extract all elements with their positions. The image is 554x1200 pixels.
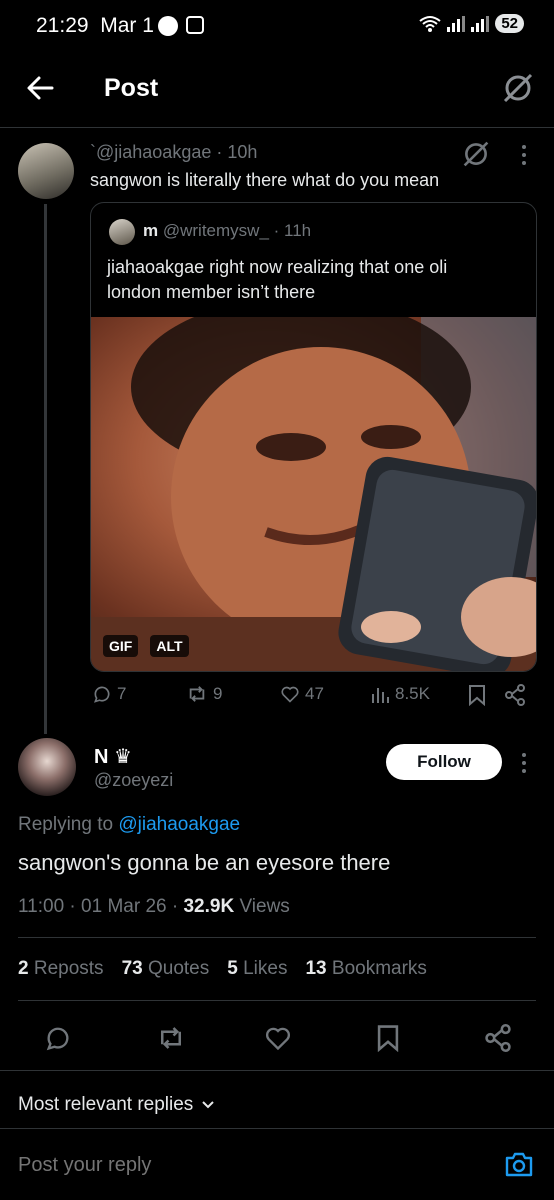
more-vertical-icon	[522, 145, 526, 165]
replying-handle-link[interactable]: @jiahaoakgae	[118, 814, 240, 835]
parent-time: · 10h	[216, 142, 258, 162]
camera-button[interactable]	[504, 1150, 534, 1178]
repost-count: 9	[213, 684, 223, 703]
stat-reposts[interactable]: 2 Reposts	[18, 958, 104, 980]
quote-gif-image[interactable]: GIF ALT	[91, 317, 536, 671]
header-divider	[0, 127, 554, 128]
main-bookmark-button[interactable]	[376, 1024, 400, 1052]
signal-icon	[447, 15, 466, 32]
grok-button[interactable]	[502, 72, 534, 104]
parent-more-button[interactable]	[520, 144, 528, 166]
gif-illustration	[91, 317, 536, 671]
like-action[interactable]: 47	[280, 684, 324, 704]
alt-badge[interactable]: ALT	[150, 635, 189, 657]
camera-icon	[505, 1152, 533, 1177]
divider	[0, 1070, 554, 1071]
post-stats: 2 Reposts 73 Quotes 5 Likes 13 Bookmarks	[18, 958, 427, 980]
analytics-icon	[372, 688, 389, 703]
quoted-post[interactable]: m @writemysw_ · 11h jiahaoakgae right no…	[90, 202, 537, 672]
quote-author-line: m @writemysw_ · 11h	[143, 221, 311, 241]
system-status-icons: 52	[419, 14, 524, 33]
heart-icon	[281, 686, 299, 703]
quote-text-line: jiahaoakgae right now realizing that one…	[107, 257, 448, 277]
main-author-avatar[interactable]	[18, 738, 76, 796]
views-count: 8.5K	[395, 684, 430, 703]
crown-emoji: ♛	[114, 746, 132, 768]
stat-bookmarks[interactable]: 13 Bookmarks	[305, 958, 426, 980]
media-badges: GIF ALT	[103, 635, 189, 657]
more-vertical-icon	[522, 753, 526, 773]
replying-prefix: Replying to	[18, 814, 114, 835]
views-label: Views	[239, 896, 290, 917]
divider	[18, 937, 536, 938]
share-icon	[485, 1024, 511, 1052]
parent-grok-button[interactable]	[462, 140, 490, 168]
reply-icon	[46, 1027, 69, 1051]
stat-quotes[interactable]: 73 Quotes	[122, 958, 210, 980]
reply-count: 7	[117, 684, 127, 703]
quote-text: jiahaoakgae right now realizing that one…	[107, 255, 447, 305]
parent-post-text: sangwon is literally there what do you m…	[90, 170, 440, 190]
bookmark-icon	[469, 685, 485, 706]
grok-icon	[503, 73, 533, 103]
replies-sort-label: Most relevant replies	[18, 1094, 194, 1115]
thread-line	[44, 204, 47, 734]
status-time: 21:29 Mar 1	[36, 14, 154, 37]
screenshot-icon	[186, 16, 204, 34]
repost-icon	[189, 686, 205, 702]
main-author-handle[interactable]: @zoeyezi	[94, 770, 173, 791]
quote-handle: @writemysw_	[162, 221, 269, 240]
like-count: 47	[305, 684, 324, 703]
gif-badge: GIF	[103, 635, 139, 657]
bookmark-icon	[377, 1025, 399, 1052]
quote-author-avatar	[109, 219, 135, 245]
main-more-button[interactable]	[520, 752, 528, 774]
parent-handle[interactable]: `@jiahaoakgae	[90, 142, 211, 162]
views-action[interactable]: 8.5K	[370, 684, 430, 704]
main-post-text: sangwon's gonna be an eyesore there	[18, 850, 391, 875]
bookmark-action[interactable]	[468, 684, 486, 706]
reply-input[interactable]	[18, 1148, 478, 1182]
post-time: 11:00	[18, 896, 65, 917]
chevron-down-icon	[202, 1101, 215, 1109]
author-name-text: N	[94, 746, 109, 768]
main-share-button[interactable]	[484, 1024, 512, 1052]
quote-text-line: london member isn’t there	[107, 282, 316, 302]
wifi-icon	[419, 15, 441, 32]
post-date: 01 Mar 26	[81, 896, 167, 917]
heart-icon	[265, 1027, 291, 1051]
repost-action[interactable]: 9	[186, 684, 222, 704]
notification-icons	[158, 16, 204, 36]
parent-post-meta: `@jiahaoakgae · 10h	[90, 142, 257, 163]
repost-icon	[161, 1027, 181, 1049]
divider	[18, 1000, 536, 1001]
parent-author-avatar[interactable]	[18, 143, 74, 199]
signal-icon-2	[471, 15, 490, 32]
main-author-name[interactable]: N ♛	[94, 744, 132, 769]
main-repost-button[interactable]	[156, 1024, 186, 1052]
share-icon	[505, 684, 525, 706]
post-timestamp: 11:00 · 01 Mar 26 · 32.9K Views	[18, 896, 290, 917]
divider	[0, 1128, 554, 1129]
page-title: Post	[104, 74, 159, 102]
grok-icon	[463, 141, 489, 167]
reply-action[interactable]: 7	[92, 684, 126, 704]
replies-sort-dropdown[interactable]: Most relevant replies	[18, 1094, 215, 1116]
main-reply-button[interactable]	[44, 1024, 72, 1052]
views-count-main: 32.9K	[183, 896, 235, 917]
follow-button[interactable]: Follow	[386, 744, 502, 780]
quote-author-name: m	[143, 221, 159, 240]
stat-likes[interactable]: 5 Likes	[227, 958, 287, 980]
share-action[interactable]	[504, 684, 526, 706]
main-like-button[interactable]	[264, 1024, 292, 1052]
replying-to: Replying to @jiahaoakgae	[18, 814, 240, 836]
reply-icon	[93, 686, 110, 703]
battery-indicator: 52	[495, 14, 524, 33]
back-arrow-icon	[27, 76, 54, 100]
back-button[interactable]	[26, 74, 54, 102]
quote-time: · 11h	[273, 221, 312, 240]
line-app-icon	[158, 16, 178, 36]
